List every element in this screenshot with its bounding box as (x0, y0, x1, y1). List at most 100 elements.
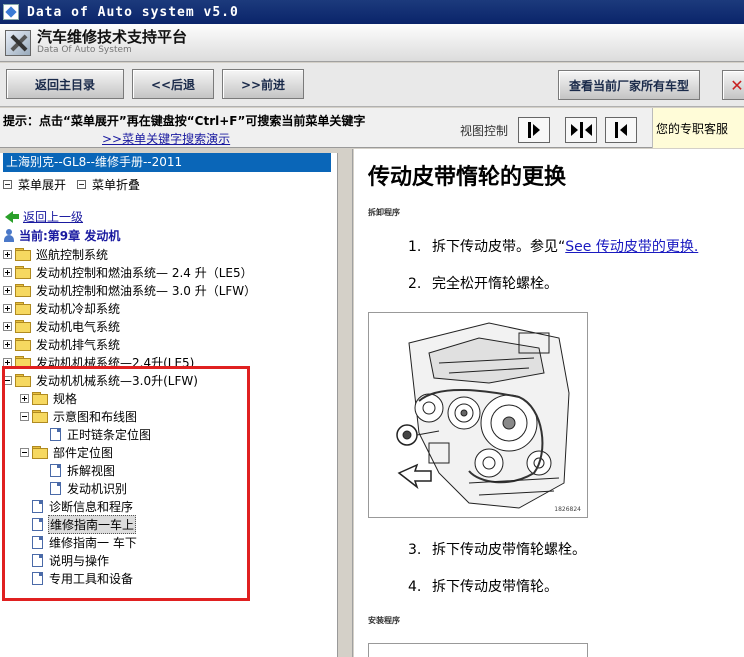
step-text: 拆下传动皮带惰轮螺栓。 (432, 542, 586, 558)
tree-item[interactable]: 发动机冷却系统 (3, 299, 121, 317)
see-belt-replacement-link[interactable]: See 传动皮带的更换. (565, 239, 698, 255)
tree-item[interactable]: 维修指南一 车下 (20, 533, 138, 551)
brand-header: 汽车维修技术支持平台 Data Of Auto System (0, 24, 744, 62)
folder-icon (15, 302, 31, 315)
arrow-left-icon (584, 124, 592, 136)
step-number: 1. (408, 239, 422, 255)
view-control-label: 视图控制 (460, 124, 509, 138)
folder-icon (15, 320, 31, 333)
tree-item[interactable]: 发动机机械系统—3.0升(LFW) (3, 371, 199, 389)
window-title: Data of Auto system v5.0 (27, 4, 239, 20)
expand-plus-icon[interactable] (3, 267, 12, 277)
back-arrow-icon (5, 210, 13, 223)
document-icon (32, 571, 43, 585)
tree-item-label: 发动机控制和燃油系统— 2.4 升（LE5） (36, 265, 253, 280)
folder-icon (15, 356, 31, 369)
folder-icon (32, 392, 48, 405)
tree-item-label: 拆解视图 (67, 463, 116, 478)
expand-plus-icon[interactable] (3, 339, 12, 349)
collapse-minus-icon[interactable] (20, 447, 29, 457)
expand-icon (3, 180, 12, 189)
tree-item-label: 发动机机械系统—3.0升(LFW) (36, 373, 198, 388)
tree-item[interactable]: 说明与操作 (20, 551, 110, 569)
tree-item[interactable]: 规格 (20, 389, 78, 407)
folder-icon (32, 446, 48, 459)
step-text: 完全松开惰轮螺栓。 (432, 276, 558, 292)
forward-button[interactable]: >>前进 (222, 69, 304, 99)
tree-item[interactable]: 发动机控制和燃油系统— 2.4 升（LE5） (3, 263, 254, 281)
step-2: 2. 完全松开惰轮螺栓。 (408, 273, 558, 293)
user-icon (3, 229, 15, 242)
menu-collapse-button[interactable]: 菜单折叠 (77, 176, 140, 193)
search-demo-link[interactable]: >>菜单关键字搜索演示 (102, 130, 230, 147)
tree-item-label: 规格 (53, 391, 78, 406)
back-arrow-tail (13, 214, 19, 219)
expand-plus-icon[interactable] (3, 357, 12, 367)
back-button[interactable]: <<后退 (132, 69, 214, 99)
tree-item[interactable]: 正时链条定位图 (38, 425, 152, 443)
expand-plus-icon[interactable] (3, 321, 12, 331)
tree-item-label: 发动机排气系统 (36, 337, 121, 352)
toolbar: 返回主目录 <<后退 >>前进 查看当前厂家所有车型 ✕ (0, 63, 744, 107)
engine-figure: 1826824 (368, 312, 588, 518)
tree-item[interactable]: 示意图和布线图 (20, 407, 138, 425)
expand-plus-icon[interactable] (20, 393, 29, 403)
view-split-button[interactable] (565, 117, 597, 143)
current-chapter-label: 当前:第9章 发动机 (19, 229, 121, 243)
tree-item[interactable]: 专用工具和设备 (20, 569, 134, 587)
tree-item-label: 巡航控制系统 (36, 247, 109, 262)
panel-splitter[interactable] (339, 149, 353, 657)
tree-item[interactable]: 发动机排气系统 (3, 335, 121, 353)
tree-item[interactable]: 诊断信息和程序 (20, 497, 134, 515)
tree-item-label: 诊断信息和程序 (49, 499, 134, 514)
tree-item[interactable]: 维修指南一车上 (20, 514, 137, 534)
document-icon (32, 553, 43, 567)
view-expand-right-button[interactable] (518, 117, 550, 143)
folder-icon (15, 266, 31, 279)
page-title: 传动皮带惰轮的更换 (368, 164, 567, 190)
expand-plus-icon[interactable] (3, 285, 12, 295)
home-button[interactable]: 返回主目录 (6, 69, 124, 99)
step-number: 4. (408, 579, 422, 595)
tree-item[interactable]: 拆解视图 (38, 461, 116, 479)
brand-title: 汽车维修技术支持平台 (37, 28, 188, 47)
close-button[interactable]: ✕ (722, 70, 744, 100)
menu-expand-button[interactable]: 菜单展开 (3, 176, 66, 193)
title-bar: Data of Auto system v5.0 (0, 0, 744, 24)
tree-item[interactable]: 发动机电气系统 (3, 317, 121, 335)
tree-item-label: 发动机冷却系统 (36, 301, 121, 316)
menu-expand-label: 菜单展开 (18, 178, 67, 192)
next-figure-frame (368, 643, 588, 657)
arrow-left-icon (620, 124, 627, 136)
tree-item[interactable]: 部件定位图 (20, 443, 114, 461)
hint-bar: 提示：点击“菜单展开”再在键盘按“Ctrl+F”可搜索当前菜单关键字 >>菜单关… (0, 108, 744, 148)
divider-bar-icon (615, 122, 618, 138)
tree-item[interactable]: 发动机机械系统—2.4升(LE5) (3, 353, 195, 371)
step-number: 3. (408, 542, 422, 558)
view-expand-left-button[interactable] (605, 117, 637, 143)
tree-item[interactable]: 巡航控制系统 (3, 245, 109, 263)
step-1: 1. 拆下传动皮带。参见“See 传动皮带的更换. (408, 236, 698, 256)
back-up-link[interactable]: 返回上一级 (5, 208, 83, 225)
step-number: 2. (408, 276, 422, 292)
collapse-minus-icon[interactable] (20, 411, 29, 421)
expand-plus-icon[interactable] (3, 303, 12, 313)
all-models-button[interactable]: 查看当前厂家所有车型 (558, 70, 700, 100)
hint-text: 提示：点击“菜单展开”再在键盘按“Ctrl+F”可搜索当前菜单关键字 (3, 114, 366, 128)
document-icon (50, 481, 61, 495)
step-text: 拆下传动皮带。参见“ (432, 239, 566, 255)
tree-item-label: 维修指南一车上 (48, 514, 137, 534)
tree-item[interactable]: 发动机识别 (38, 479, 128, 497)
tree-item-label: 说明与操作 (49, 553, 110, 568)
tree-item[interactable]: 发动机控制和燃油系统— 3.0 升（LFW） (3, 281, 257, 299)
customer-service-panel[interactable]: 您的专职客服 (652, 108, 744, 148)
folder-icon (32, 410, 48, 423)
expand-plus-icon[interactable] (3, 249, 12, 259)
tools-logo-icon (5, 29, 31, 56)
app-icon (3, 4, 19, 20)
folder-icon (15, 248, 31, 261)
customer-service-label: 您的专职客服 (656, 121, 729, 136)
collapse-minus-icon[interactable] (3, 375, 12, 385)
tree-item-label: 专用工具和设备 (49, 571, 134, 586)
content-panel: 传动皮带惰轮的更换 拆卸程序 1. 拆下传动皮带。参见“See 传动皮带的更换. … (354, 149, 744, 657)
